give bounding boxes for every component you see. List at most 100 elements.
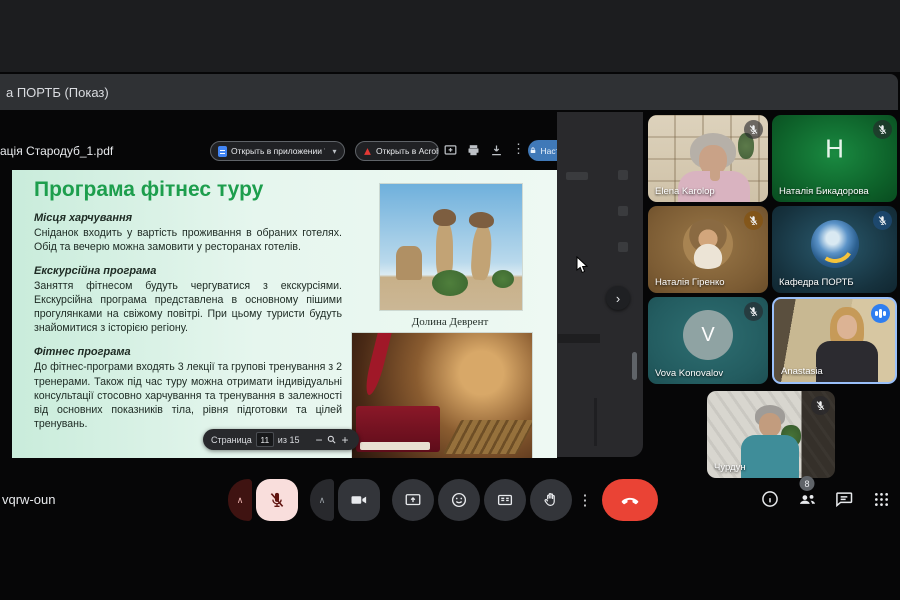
next-page-button[interactable]: › bbox=[606, 286, 630, 310]
slide-section-body: Сніданок входить у вартість проживання в… bbox=[34, 226, 342, 254]
mic-muted-icon bbox=[815, 400, 826, 411]
letter-avatar: H bbox=[825, 134, 844, 165]
meet-window: а ПОРТБ (Показ) ація Стародуб_1.pdf Откр… bbox=[0, 0, 900, 600]
slide-section-heading: Екскурсійна програма bbox=[34, 265, 342, 277]
participant-name: Anastasia bbox=[781, 366, 823, 377]
slide-section-body: Заняття фітнесом будуть чергуватися з ек… bbox=[34, 279, 342, 335]
present-screen-icon bbox=[404, 491, 422, 509]
red-drape bbox=[362, 333, 391, 395]
rock-cap bbox=[468, 211, 494, 229]
tree bbox=[432, 270, 468, 296]
mic-muted-badge bbox=[744, 302, 763, 321]
participant-tile-kafedra[interactable]: Кафедра ПОРТБ bbox=[772, 206, 897, 293]
shared-window-titlebar: а ПОРТБ (Показ) bbox=[0, 74, 898, 110]
mic-muted-icon bbox=[268, 491, 286, 509]
print-icon[interactable] bbox=[466, 143, 481, 158]
open-in-app-button[interactable]: Открыть в приложении "Go... bbox=[210, 141, 326, 161]
info-icon bbox=[760, 489, 780, 509]
mic-muted-icon bbox=[748, 215, 759, 226]
camera-options-chevron[interactable]: ∧ bbox=[310, 479, 334, 521]
viewer-scrollbar[interactable] bbox=[632, 352, 637, 380]
more-controls-button[interactable]: ⋮ bbox=[576, 479, 594, 521]
raise-hand-icon bbox=[542, 491, 560, 509]
slide-section-body: До фітнес-програми входять 3 лекції та г… bbox=[34, 360, 342, 430]
layout-grid-icon bbox=[496, 491, 514, 509]
participants-button[interactable]: 8 bbox=[796, 488, 818, 510]
mic-muted-badge bbox=[811, 396, 830, 415]
google-docs-icon bbox=[218, 146, 227, 157]
chevron-down-icon: ▾ bbox=[332, 147, 336, 156]
rug bbox=[443, 420, 532, 454]
acrobat-icon bbox=[363, 147, 372, 156]
reactions-button[interactable] bbox=[438, 479, 480, 521]
tree bbox=[492, 270, 514, 288]
panel-divider bbox=[594, 398, 597, 446]
panel-dim-icon bbox=[618, 206, 628, 216]
mouse-cursor bbox=[576, 256, 589, 274]
present-screen-button[interactable] bbox=[392, 479, 434, 521]
participant-tile-churdun[interactable]: Чурдун bbox=[707, 391, 835, 478]
magnifier-icon[interactable] bbox=[326, 434, 337, 445]
page-number-input[interactable]: 11 bbox=[256, 432, 274, 447]
mic-muted-icon bbox=[748, 124, 759, 135]
end-call-button[interactable] bbox=[602, 479, 658, 521]
participant-name: Кафедра ПОРТБ bbox=[779, 277, 854, 288]
department-logo bbox=[811, 220, 859, 268]
slide-section-heading: Місця харчування bbox=[34, 212, 342, 224]
apps-grid-icon bbox=[872, 490, 891, 509]
mic-muted-icon bbox=[877, 124, 888, 135]
participant-tile-anastasia-speaking[interactable]: Anastasia bbox=[772, 297, 897, 384]
add-comment-icon[interactable] bbox=[443, 143, 458, 158]
raise-hand-button[interactable] bbox=[530, 479, 572, 521]
download-icon[interactable] bbox=[489, 143, 504, 158]
participant-name: Vova Konovalov bbox=[655, 368, 723, 379]
meeting-info-button[interactable] bbox=[759, 488, 781, 510]
participant-tile-vova[interactable]: V Vova Konovalov bbox=[648, 297, 768, 384]
activities-button[interactable] bbox=[870, 488, 892, 510]
camera-icon bbox=[350, 491, 368, 509]
people-icon bbox=[797, 489, 818, 510]
mic-muted-icon bbox=[877, 215, 888, 226]
zoom-out-button[interactable]: − bbox=[315, 434, 322, 446]
layout-button[interactable] bbox=[484, 479, 526, 521]
chat-bubble-icon bbox=[834, 489, 854, 509]
mic-muted-badge bbox=[873, 211, 892, 230]
more-options-icon[interactable]: ⋮ bbox=[512, 141, 522, 157]
participant-tile-girenko[interactable]: Наталія Гіренко bbox=[648, 206, 768, 293]
rock-cap bbox=[433, 209, 456, 226]
camera-button[interactable] bbox=[338, 479, 380, 521]
participant-name: Наталія Бикадорова bbox=[779, 186, 869, 197]
panel-dim-icon bbox=[618, 242, 628, 252]
zoom-in-button[interactable]: + bbox=[341, 434, 348, 446]
mic-muted-badge bbox=[744, 211, 763, 230]
mic-mute-button[interactable] bbox=[256, 479, 298, 521]
viewer-side-panel bbox=[557, 112, 643, 457]
mic-muted-badge bbox=[744, 120, 763, 139]
slide-text-column: Місця харчування Сніданок входить у варт… bbox=[34, 212, 342, 442]
meeting-code: vqrw-oun bbox=[2, 492, 55, 507]
photo-cave-hotel-room bbox=[352, 333, 532, 458]
rock-pillar bbox=[470, 223, 493, 280]
chat-button[interactable] bbox=[833, 488, 855, 510]
participant-tile-elena[interactable]: Elena Karolop bbox=[648, 115, 768, 202]
participant-tile-bykadorova[interactable]: H Наталія Бикадорова bbox=[772, 115, 897, 202]
open-in-acrobat-button[interactable]: Открыть в Acrobat bbox=[355, 141, 439, 161]
page-label: Страница bbox=[211, 435, 252, 445]
end-call-icon bbox=[620, 490, 640, 510]
participant-name: Elena Karolop bbox=[655, 186, 715, 197]
panel-thumbnail-edge bbox=[558, 334, 600, 343]
panel-dim-icon bbox=[618, 170, 628, 180]
open-in-app-dropdown[interactable]: ▾ bbox=[325, 141, 345, 161]
shared-window-title: а ПОРТБ (Показ) bbox=[6, 85, 109, 100]
participant-name: Наталія Гіренко bbox=[655, 277, 725, 288]
mic-muted-badge bbox=[873, 120, 892, 139]
emoji-smile-icon bbox=[450, 491, 468, 509]
mic-options-chevron[interactable]: ∧ bbox=[228, 479, 252, 521]
presentation-slide: Програма фітнес туру Місця харчування Сн… bbox=[12, 170, 557, 458]
photo-avatar bbox=[683, 219, 733, 269]
slide-section-heading: Фітнес програма bbox=[34, 346, 342, 358]
page-total: из 15 bbox=[278, 435, 300, 445]
meet-controls: ∧ ∧ ⋮ bbox=[228, 479, 658, 521]
pdf-filename: ація Стародуб_1.pdf bbox=[0, 144, 113, 158]
lock-icon bbox=[529, 146, 537, 155]
